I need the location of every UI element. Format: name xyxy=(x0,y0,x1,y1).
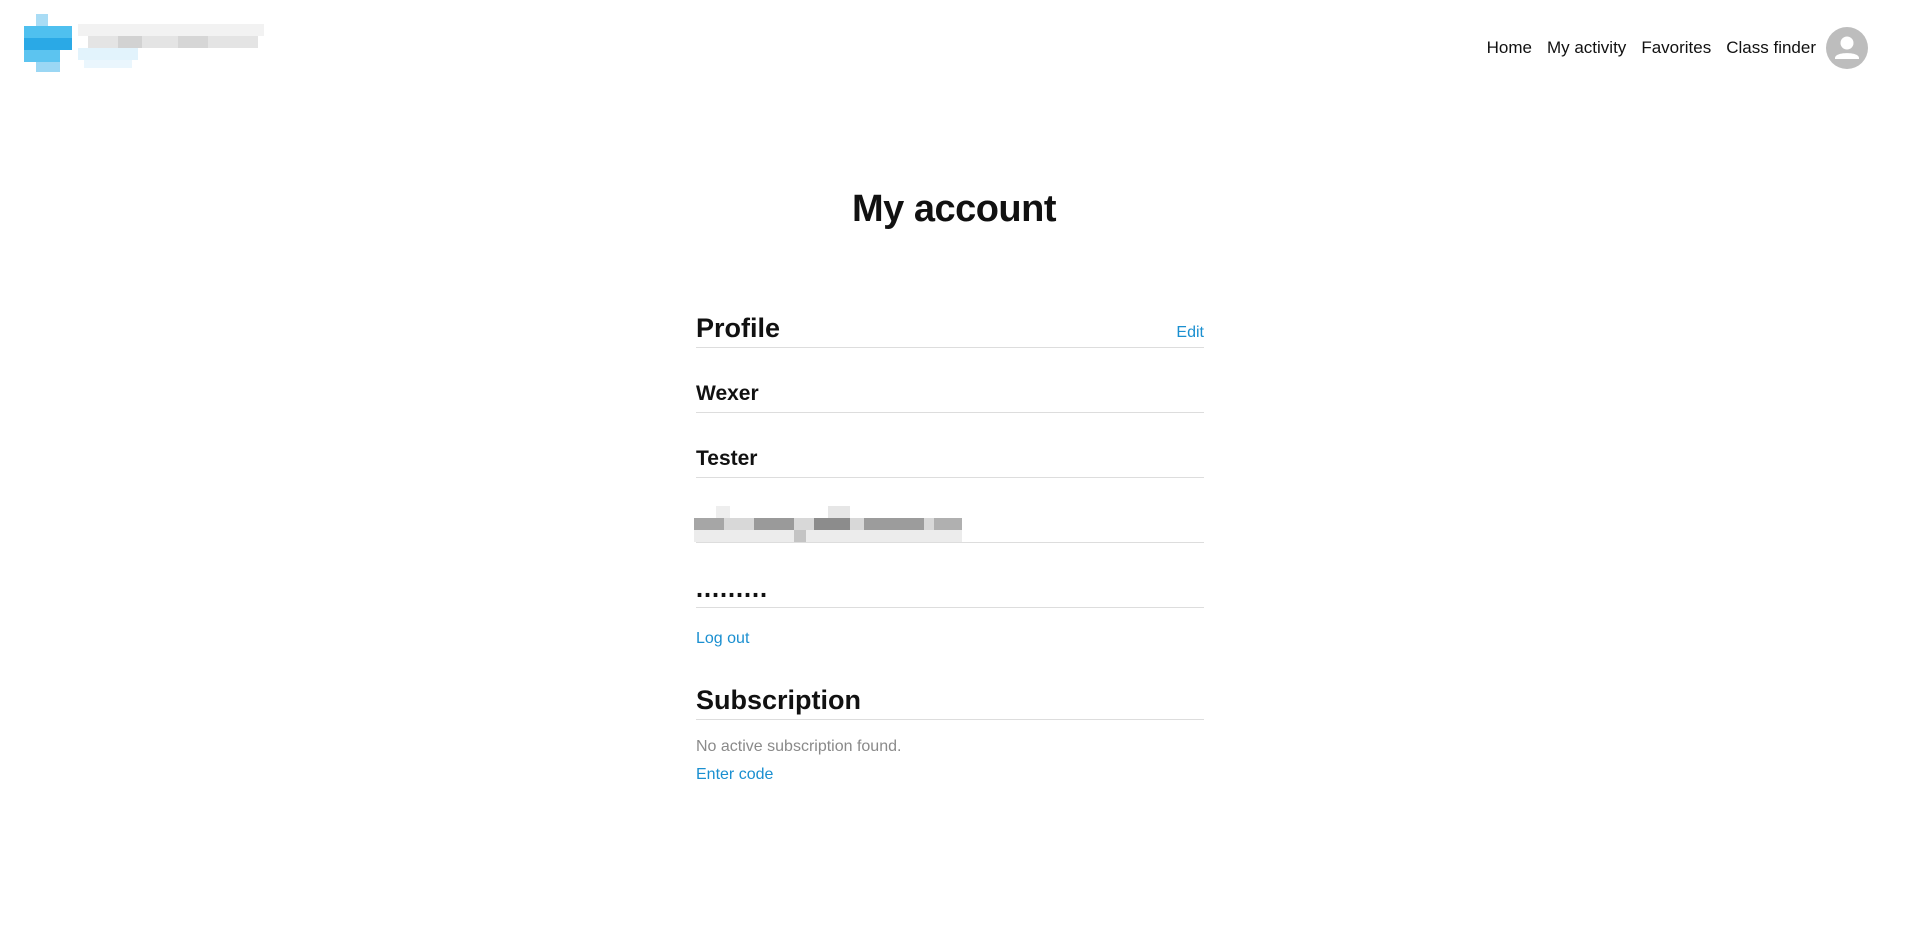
password-value: ․․․․․․․․․ xyxy=(696,579,768,602)
edit-profile-link[interactable]: Edit xyxy=(1176,324,1204,342)
subscription-status-text: No active subscription found. xyxy=(696,738,902,755)
brand-logo[interactable] xyxy=(24,12,264,74)
page-title: My account xyxy=(851,188,1057,230)
nav-class-finder[interactable]: Class finder xyxy=(1726,38,1816,58)
enter-code-link[interactable]: Enter code xyxy=(696,766,773,784)
top-header: Home My activity Favorites Class finder xyxy=(0,0,1908,90)
user-avatar-button[interactable] xyxy=(1826,27,1868,69)
email-field xyxy=(694,478,1204,543)
user-icon xyxy=(1835,36,1859,59)
main-nav: Home My activity Favorites Class finder xyxy=(1472,27,1868,69)
password-field: ․․․․․․․․․ xyxy=(696,543,1204,608)
last-name-value: Tester xyxy=(696,447,758,470)
logo-wordmark-blurred xyxy=(78,24,264,68)
subscription-section-title: Subscription xyxy=(696,685,862,715)
logo-mark-icon xyxy=(24,14,72,72)
last-name-field: Tester xyxy=(696,413,1204,478)
logout-link[interactable]: Log out xyxy=(696,630,749,648)
email-value-blurred xyxy=(694,506,964,542)
profile-section-header: Profile Edit xyxy=(696,310,1204,348)
first-name-value: Wexer xyxy=(696,382,759,405)
nav-home[interactable]: Home xyxy=(1487,38,1532,58)
subscription-section: Subscription No active subscription foun… xyxy=(696,682,1204,784)
nav-favorites[interactable]: Favorites xyxy=(1641,38,1711,58)
profile-section-title: Profile xyxy=(696,313,781,343)
nav-my-activity[interactable]: My activity xyxy=(1547,38,1626,58)
first-name-field: Wexer xyxy=(696,348,1204,413)
subscription-section-header: Subscription xyxy=(696,682,1204,720)
account-content: Profile Edit Wexer Tester ․․․․․․․․․ Log … xyxy=(694,310,1204,784)
